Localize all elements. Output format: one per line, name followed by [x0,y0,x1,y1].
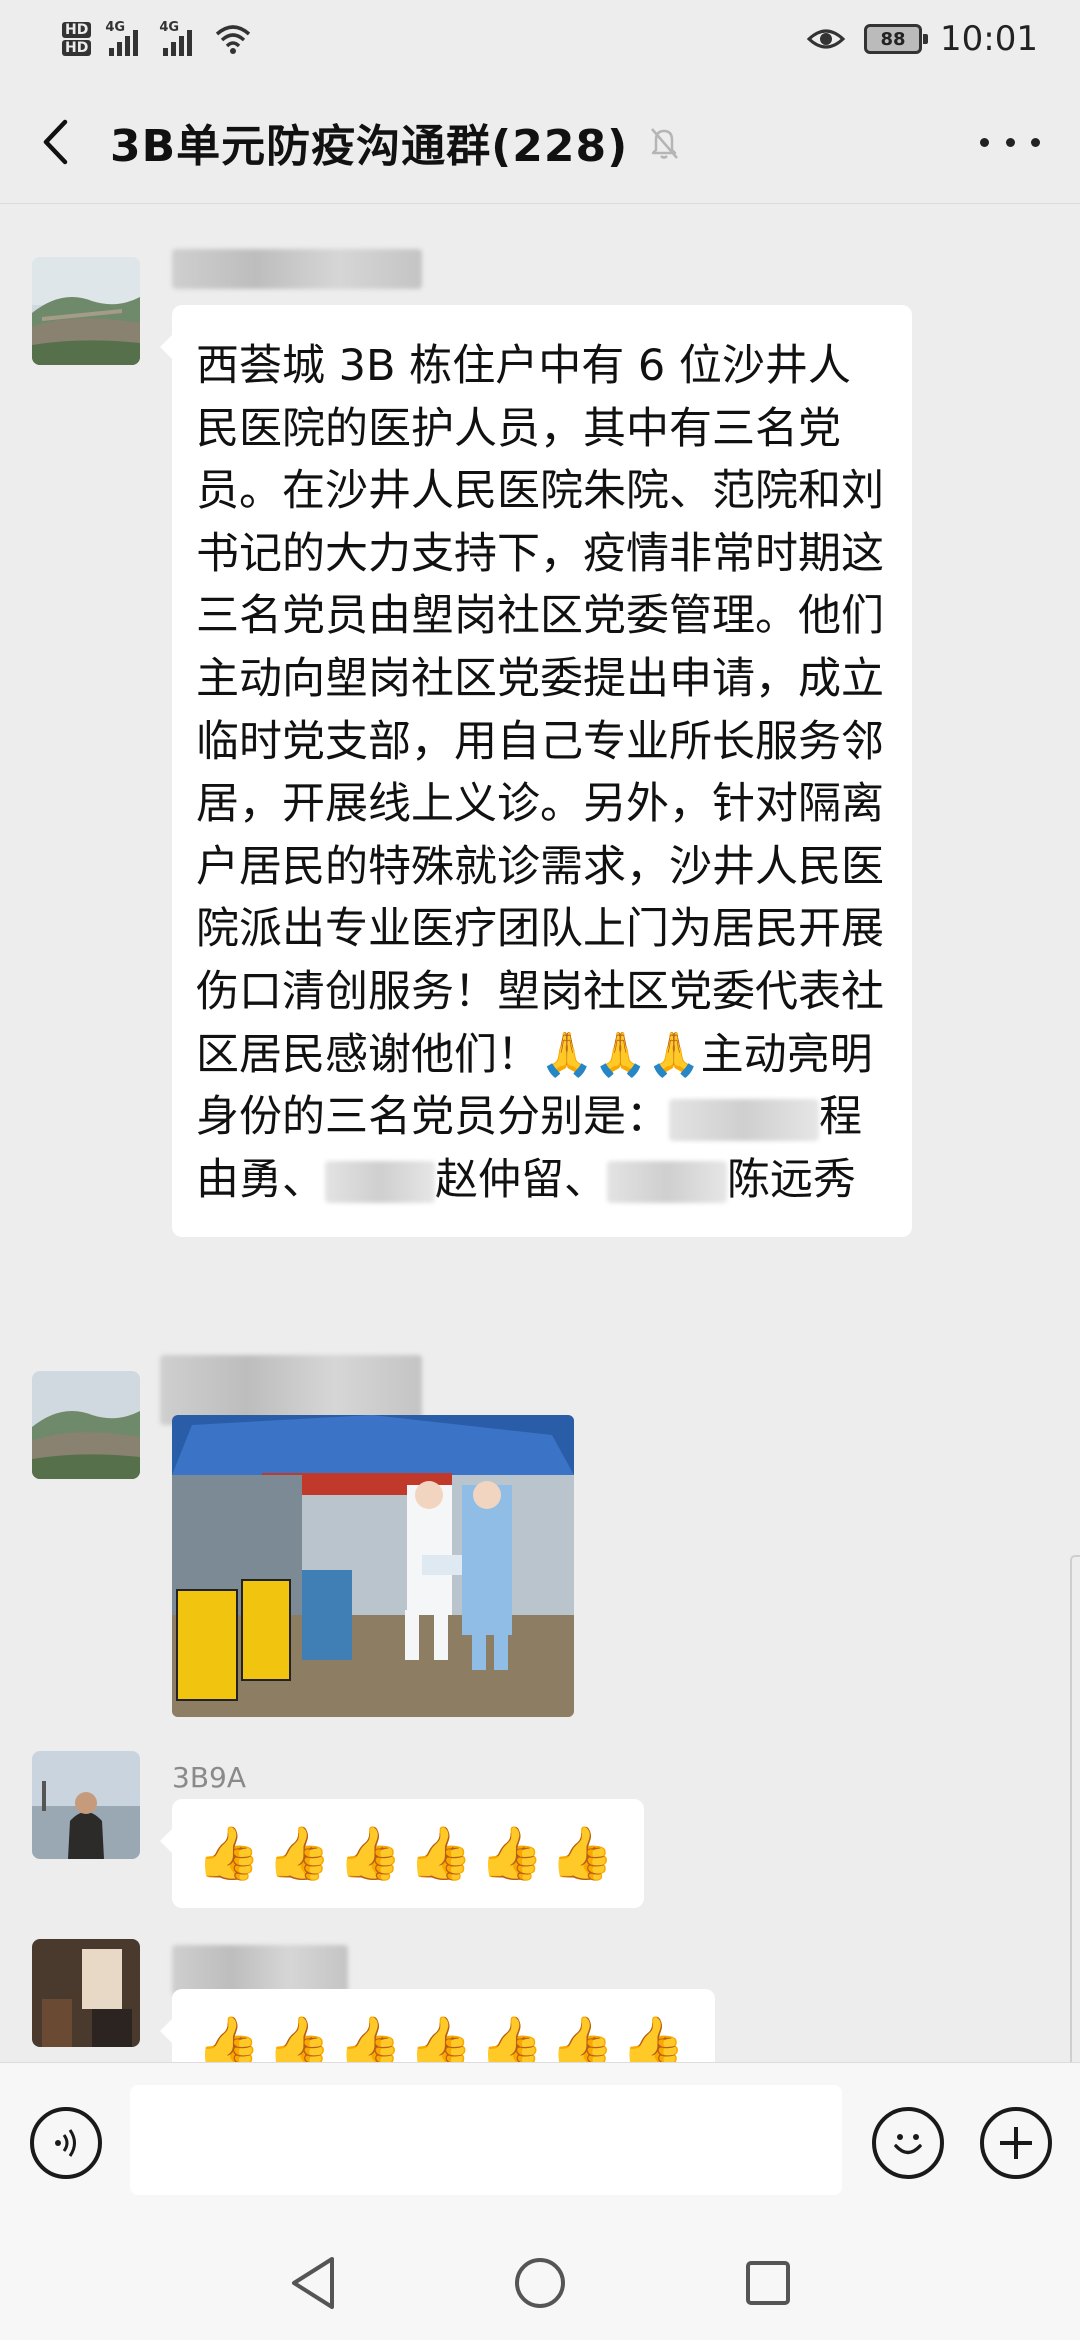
scroll-indicator[interactable] [1070,1555,1080,2062]
network-type-1: 4G [105,20,126,35]
bell-off-icon [651,127,679,159]
plus-icon [1000,2127,1032,2159]
more-functions-button[interactable] [980,2107,1052,2179]
square-recents-icon [746,2261,790,2305]
nav-recents-button[interactable] [735,2250,801,2316]
voice-input-button[interactable] [30,2107,102,2179]
emoji-praying-hands: 🙏🙏🙏 [540,1029,701,1080]
avatar[interactable] [32,257,140,365]
circle-home-icon [515,2258,565,2308]
avatar[interactable] [32,1939,140,2047]
more-options-button[interactable] [980,120,1040,164]
emoji-row: 👍👍👍👍👍👍👍 [172,1989,715,2062]
nav-home-button[interactable] [507,2250,573,2316]
status-bar: HD HD 4G 4G 88 10:01 [0,0,1080,78]
thumbs-up-emoji: 👍👍👍👍👍👍 [196,1824,621,1884]
battery-indicator: 88 [864,24,929,54]
smiley-icon [894,2134,922,2155]
hd-bottom-label: HD [62,40,92,56]
message-body: 西荟城 3B 栋住户中有 6 位沙井人民医院的医护人员，其中有三名党员。在沙井人… [196,341,884,1080]
thumbs-up-emoji: 👍👍👍👍👍👍👍 [196,2014,692,2062]
more-dots-icon [980,137,989,147]
message-text: 西荟城 3B 栋住户中有 6 位沙井人民医院的医护人员，其中有三名党员。在沙井人… [172,305,912,1237]
nav-back-button[interactable] [280,2250,346,2316]
message-bubble[interactable]: 👍👍👍👍👍👍👍 [159,1989,716,2062]
avatar[interactable] [32,1751,140,1859]
hd-indicator: HD HD [62,22,92,56]
chat-header: 3B单元防疫沟通群(228) [0,80,1080,204]
input-bar [0,2062,1080,2224]
wifi-icon [216,25,251,54]
hd-top-label: HD [62,22,92,38]
emoji-row: 👍👍👍👍👍👍 [172,1799,644,1908]
image-message[interactable] [172,1415,574,1717]
member-name-3: 陈远秀 [727,1154,856,1205]
emoji-button[interactable] [872,2107,944,2179]
battery-level: 88 [880,28,906,50]
signal-icon: 4G [105,20,145,56]
clock: 10:01 [940,19,1038,59]
message-list[interactable]: 西荟城 3B 栋住户中有 6 位沙井人民医院的医护人员，其中有三名党员。在沙井人… [0,205,1080,2062]
message-bubble[interactable]: 👍👍👍👍👍👍 [159,1799,645,1908]
redacted-text [607,1161,727,1204]
status-left: HD HD 4G 4G [62,20,253,56]
chat-title: 3B单元防疫沟通群(228) [110,120,629,172]
voice-icon [55,2129,76,2157]
system-nav-bar [0,2224,1080,2340]
sender-name-redacted [172,249,422,289]
eye-comfort-icon [806,29,846,49]
sender-name-redacted [172,1945,348,1995]
message-bubble[interactable]: 西荟城 3B 栋住户中有 6 位沙井人民医院的医护人员，其中有三名党员。在沙井人… [160,305,912,1238]
triangle-back-icon [292,2257,334,2309]
message-input[interactable] [130,2085,842,2195]
status-right: 88 10:01 [806,19,1038,59]
signal-icon-2: 4G [159,20,199,56]
sender-name: 3B9A [172,1761,246,1794]
network-type-2: 4G [159,20,180,35]
member-name-2: 赵仲留、 [435,1154,607,1205]
chevron-left-icon [43,119,68,164]
avatar[interactable] [32,1371,140,1479]
redacted-text [669,1098,819,1141]
back-button[interactable] [0,80,110,204]
redacted-text [325,1161,435,1204]
